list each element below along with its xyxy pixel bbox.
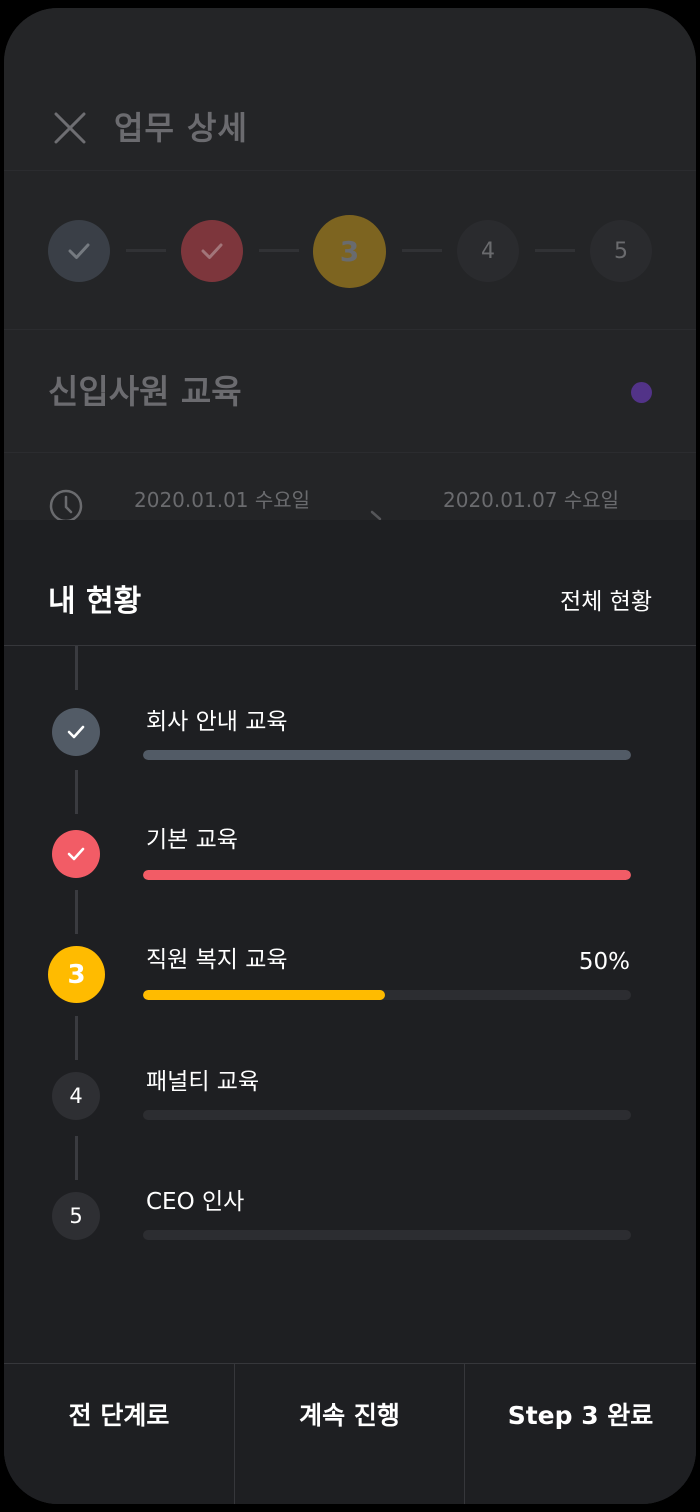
item-3-progress-fill — [143, 990, 385, 1000]
item-4-dot: 4 — [52, 1072, 100, 1120]
item-4-progress — [143, 1110, 631, 1120]
clock-icon — [49, 489, 83, 523]
item-2-progress-fill — [143, 870, 631, 880]
check-icon — [67, 725, 85, 739]
timeline-connector — [75, 646, 78, 690]
step-connector — [402, 249, 442, 252]
step-2-dot — [181, 220, 243, 282]
item-2-progress — [143, 870, 631, 880]
sheet-title: 내 현황 — [48, 584, 142, 619]
item-3-number: 3 — [67, 959, 86, 990]
my-status-sheet: 내 현황 전체 현황 회사 안내 교육 기본 교육 3 직원 복지 교육 50%… — [4, 520, 696, 1504]
step-1-dot — [48, 220, 110, 282]
step-4-dot: 4 — [457, 220, 519, 282]
item-1-label: 회사 안내 교육 — [146, 709, 288, 735]
close-icon[interactable] — [52, 110, 88, 146]
step-5-dot: 5 — [590, 220, 652, 282]
step-connector — [535, 249, 575, 252]
continue-button[interactable]: 계속 진행 — [235, 1364, 464, 1464]
step-3-dot: 3 — [313, 215, 386, 288]
timeline-connector — [75, 1016, 78, 1060]
timeline-connector — [75, 890, 78, 934]
item-3-label: 직원 복지 교육 — [146, 947, 288, 973]
complete-step-button[interactable]: Step 3 완료 — [465, 1364, 696, 1464]
item-2-dot — [52, 830, 100, 878]
step-3-number: 3 — [339, 235, 360, 268]
page-title: 업무 상세 — [114, 109, 248, 147]
item-5-label: CEO 인사 — [146, 1189, 245, 1215]
item-2-label: 기본 교육 — [146, 827, 238, 853]
item-3-progress — [143, 990, 631, 1000]
prev-step-button[interactable]: 전 단계로 — [4, 1364, 234, 1464]
page-header: 업무 상세 — [4, 8, 696, 171]
item-1-dot — [52, 708, 100, 756]
all-status-link[interactable]: 전체 현황 — [560, 586, 652, 618]
end-date: 2020.01.07 수요일 — [443, 488, 620, 512]
phone-screen: 업무 상세 3 4 5 신입사원 교육 2020.01.01 수요일 2020.… — [4, 8, 696, 1504]
status-dot — [631, 382, 652, 403]
step-connector — [259, 249, 299, 252]
sheet-header: 내 현황 전체 현황 — [4, 520, 696, 646]
task-detail-page: 업무 상세 3 4 5 신입사원 교육 2020.01.01 수요일 2020.… — [4, 8, 696, 528]
footer-bar: 전 단계로 계속 진행 Step 3 완료 — [4, 1363, 696, 1504]
step-connector — [126, 249, 166, 252]
item-5-progress — [143, 1230, 631, 1240]
timeline-connector — [75, 770, 78, 814]
check-icon — [68, 243, 90, 259]
start-date: 2020.01.01 수요일 — [134, 488, 311, 512]
step-5-number: 5 — [614, 238, 628, 264]
check-icon — [67, 847, 85, 861]
item-1-progress-fill — [143, 750, 631, 760]
item-1-progress — [143, 750, 631, 760]
step-4-number: 4 — [481, 238, 495, 264]
item-3-dot: 3 — [48, 946, 105, 1003]
item-5-number: 5 — [69, 1204, 83, 1228]
task-title: 신입사원 교육 — [48, 372, 242, 411]
item-5-dot: 5 — [52, 1192, 100, 1240]
item-4-number: 4 — [69, 1084, 83, 1108]
item-3-percent: 50% — [578, 949, 630, 975]
check-icon — [201, 243, 223, 259]
item-4-label: 패널티 교육 — [146, 1069, 260, 1095]
step-indicator: 3 4 5 — [4, 171, 696, 330]
timeline-connector — [75, 1136, 78, 1180]
